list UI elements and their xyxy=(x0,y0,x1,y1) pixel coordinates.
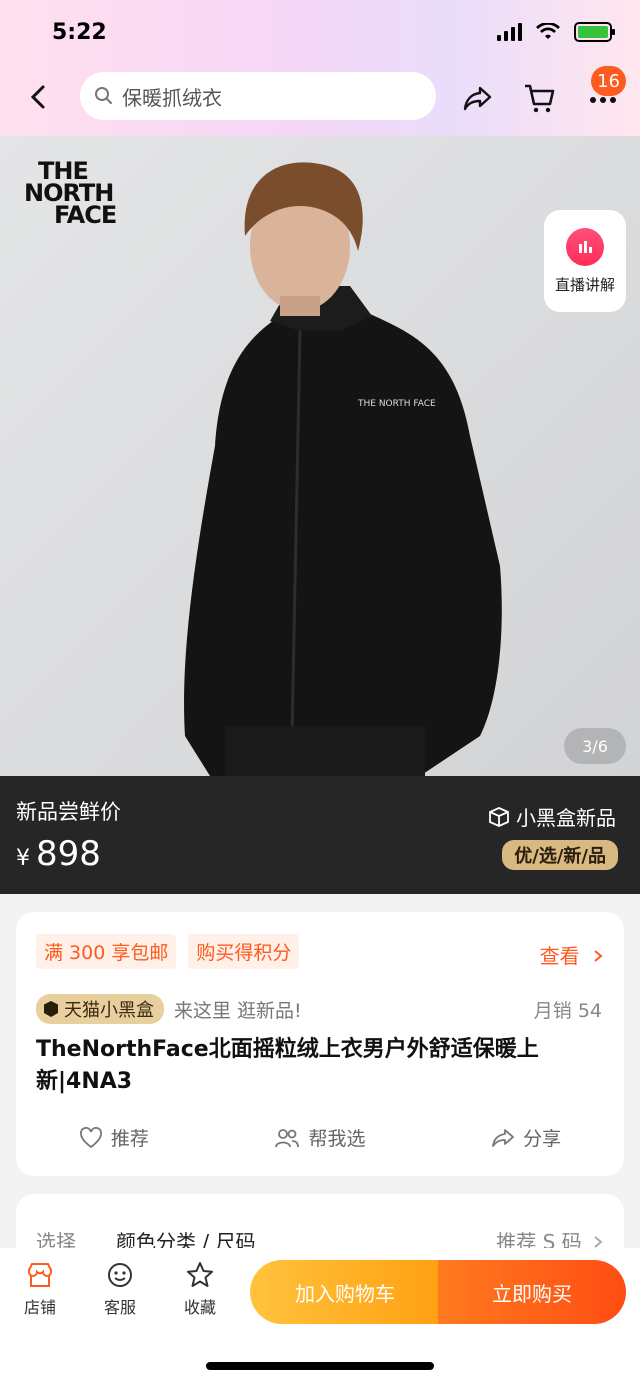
tmall-text: 来这里 逛新品! xyxy=(174,999,302,1022)
action-row: 推荐 帮我选 分享 xyxy=(16,1124,624,1151)
price-label: 新品尝鲜价 xyxy=(16,800,121,824)
live-explain-button[interactable]: 直播讲解 xyxy=(544,210,626,312)
tmall-blackbox-badge: 天猫小黑盒 xyxy=(36,994,164,1024)
top-header: 5:22 保暖抓绒衣 16 xyxy=(0,0,640,136)
selection-tag: 优/选/新/品 xyxy=(502,840,618,870)
live-icon xyxy=(566,227,604,266)
share-icon[interactable] xyxy=(460,80,496,116)
store-icon xyxy=(28,1263,52,1287)
share-icon xyxy=(492,1128,515,1147)
star-icon xyxy=(187,1262,213,1287)
bottom-bar: 店铺 客服 收藏 加入购物车 立即购买 xyxy=(0,1248,640,1385)
currency-symbol: ¥ xyxy=(16,846,30,871)
chevron-right-icon xyxy=(594,1236,603,1248)
monthly-sales: 月销 54 xyxy=(533,1000,602,1022)
free-shipping-chip[interactable]: 满 300 享包邮 xyxy=(36,934,177,969)
price: ¥ 898 xyxy=(16,834,101,874)
box-icon xyxy=(44,1001,58,1017)
product-image[interactable]: THE NORTH FACE THE NORTH FACE 直播讲解 3/6 xyxy=(0,136,640,776)
buy-now-button[interactable]: 立即购买 xyxy=(438,1260,626,1324)
status-icons xyxy=(497,22,615,42)
search-icon xyxy=(95,87,112,104)
wifi-icon xyxy=(536,23,560,39)
chevron-right-icon xyxy=(594,950,603,962)
image-counter: 3/6 xyxy=(564,728,626,764)
svg-text:THE NORTH FACE: THE NORTH FACE xyxy=(357,399,436,409)
blackbox-brand: 小黑盒新品 xyxy=(488,802,616,831)
status-time: 5:22 xyxy=(52,20,107,45)
battery-icon xyxy=(574,22,615,42)
tmall-row[interactable]: 天猫小黑盒 来这里 逛新品! xyxy=(36,994,302,1024)
box-icon xyxy=(489,806,509,827)
live-label: 直播讲解 xyxy=(554,275,615,294)
search-placeholder: 保暖抓绒衣 xyxy=(122,85,222,110)
see-promotions-link[interactable]: 查看 xyxy=(540,940,604,969)
brand-logo: THE NORTH FACE xyxy=(24,157,117,229)
help-me-choose-button[interactable]: 帮我选 xyxy=(274,1124,365,1151)
chat-face-icon xyxy=(108,1263,132,1287)
back-icon[interactable] xyxy=(24,82,54,112)
add-to-cart-button[interactable]: 加入购物车 xyxy=(250,1260,440,1324)
price-band: 新品尝鲜价 ¥ 898 小黑盒新品 优/选/新/品 xyxy=(0,776,640,894)
people-icon xyxy=(275,1128,300,1147)
tab-favorite[interactable]: 收藏 xyxy=(170,1260,230,1318)
cart-icon[interactable] xyxy=(522,80,558,116)
product-info-card: 满 300 享包邮 购买得积分 查看 天猫小黑盒 来这里 逛新品! 月销 54 … xyxy=(16,912,624,1176)
search-bar[interactable]: 保暖抓绒衣 xyxy=(80,72,436,120)
tab-store[interactable]: 店铺 xyxy=(10,1260,70,1318)
product-title: TheNorthFace北面摇粒绒上衣男户外舒适保暖上新|4NA3 xyxy=(36,1037,539,1094)
home-indicator xyxy=(206,1362,434,1370)
more-badge: 16 xyxy=(591,66,626,96)
share-button[interactable]: 分享 xyxy=(491,1124,561,1151)
tab-customer-service[interactable]: 客服 xyxy=(90,1260,150,1318)
recommend-button[interactable]: 推荐 xyxy=(79,1124,149,1151)
price-value: 898 xyxy=(36,834,101,874)
points-chip[interactable]: 购买得积分 xyxy=(188,934,300,969)
heart-icon xyxy=(79,1126,102,1148)
signal-icon xyxy=(497,23,522,41)
promo-chips: 满 300 享包邮 购买得积分 xyxy=(36,934,300,969)
